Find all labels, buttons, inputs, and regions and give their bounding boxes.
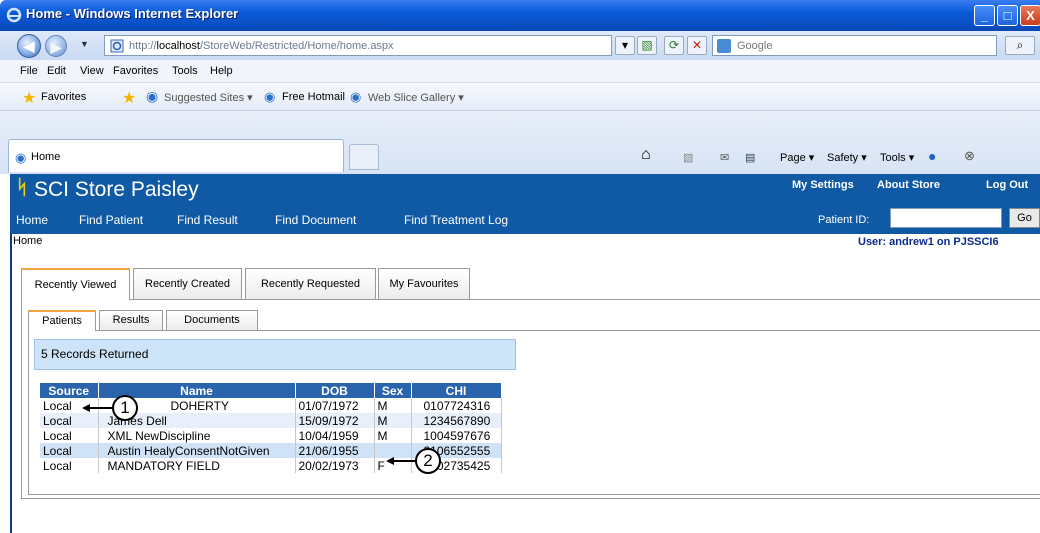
callout-2: 2 (415, 448, 441, 474)
callout-arrows (82, 404, 415, 465)
callout-1: 1 (112, 395, 138, 421)
